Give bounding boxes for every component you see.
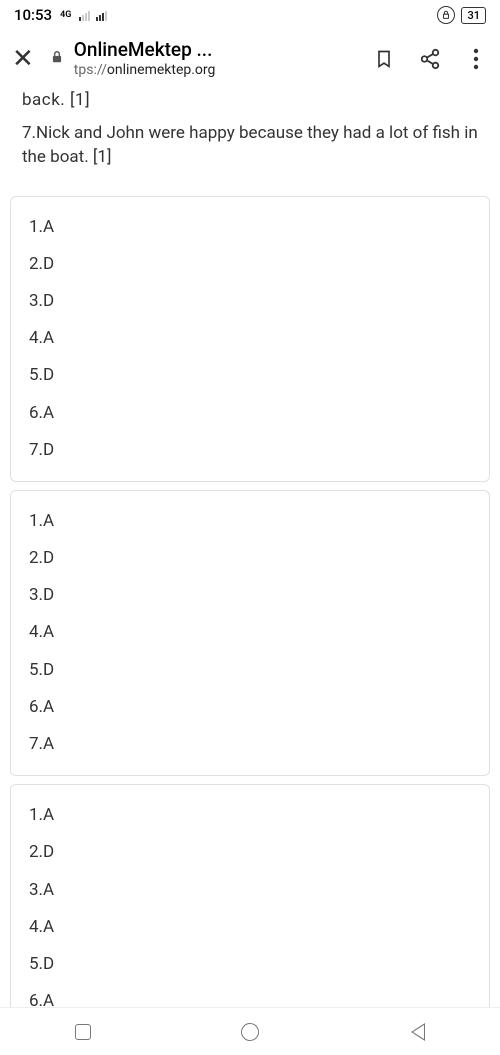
site-url: tps://onlinemektep.org [74,62,216,79]
browser-actions [372,47,488,71]
answer-item: 3.A [29,872,471,909]
site-title: OnlineMektep ... [74,39,216,62]
answer-item: 5.D [29,652,471,689]
url-text: OnlineMektep ... tps://onlinemektep.org [74,39,216,79]
status-left: 10:53 4G [14,6,107,24]
browser-bar: ✕ OnlineMektep ... tps://onlinemektep.or… [0,30,500,88]
answer-item: 7.A [29,726,471,763]
answer-item: 2.D [29,834,471,871]
network-4g-label: 4G [60,10,71,20]
answer-item: 5.D [29,357,471,394]
answer-card[interactable]: 1.A 2.D 3.D 4.A 5.D 6.A 7.A [10,490,490,776]
share-icon[interactable] [418,47,442,71]
url-section[interactable]: OnlineMektep ... tps://onlinemektep.org [50,39,356,79]
answer-item: 5.D [29,946,471,983]
status-bar: 10:53 4G 31 [0,0,500,30]
answer-item: 6.A [29,395,471,432]
battery-indicator: 31 [461,7,486,24]
bookmark-icon[interactable] [372,47,396,71]
answer-item: 2.D [29,540,471,577]
answer-item: 6.A [29,689,471,726]
answer-item: 4.A [29,909,471,946]
status-right: 31 [437,6,486,24]
answer-item: 6.A [29,983,471,1007]
question-text: 7.Nick and John were happy because they … [0,118,500,188]
answer-item: 2.D [29,246,471,283]
answer-item: 3.D [29,283,471,320]
lock-icon [50,49,64,69]
close-icon[interactable]: ✕ [12,44,34,74]
answer-item: 1.A [29,503,471,540]
page-content[interactable]: back. [1] 7.Nick and John were happy bec… [0,88,500,1007]
navigation-bar [0,1007,500,1055]
back-button[interactable] [406,1021,428,1043]
home-button[interactable] [239,1021,261,1043]
status-time: 10:53 [14,6,52,24]
answer-item: 7.D [29,432,471,469]
answer-item: 1.A [29,209,471,246]
answer-item: 4.A [29,320,471,357]
answer-card[interactable]: 1.A 2.D 3.A 4.A 5.D 6.A [10,784,490,1007]
recent-apps-button[interactable] [72,1021,94,1043]
signal-icon-1 [79,9,90,21]
more-icon[interactable] [464,47,488,71]
answer-item: 4.A [29,614,471,651]
answer-card[interactable]: 1.A 2.D 3.D 4.A 5.D 6.A 7.D [10,196,490,482]
cut-text-line: back. [1] [0,88,500,118]
signal-icon-2 [96,9,107,21]
answer-item: 1.A [29,797,471,834]
rotation-lock-icon [437,6,455,24]
answer-item: 3.D [29,577,471,614]
